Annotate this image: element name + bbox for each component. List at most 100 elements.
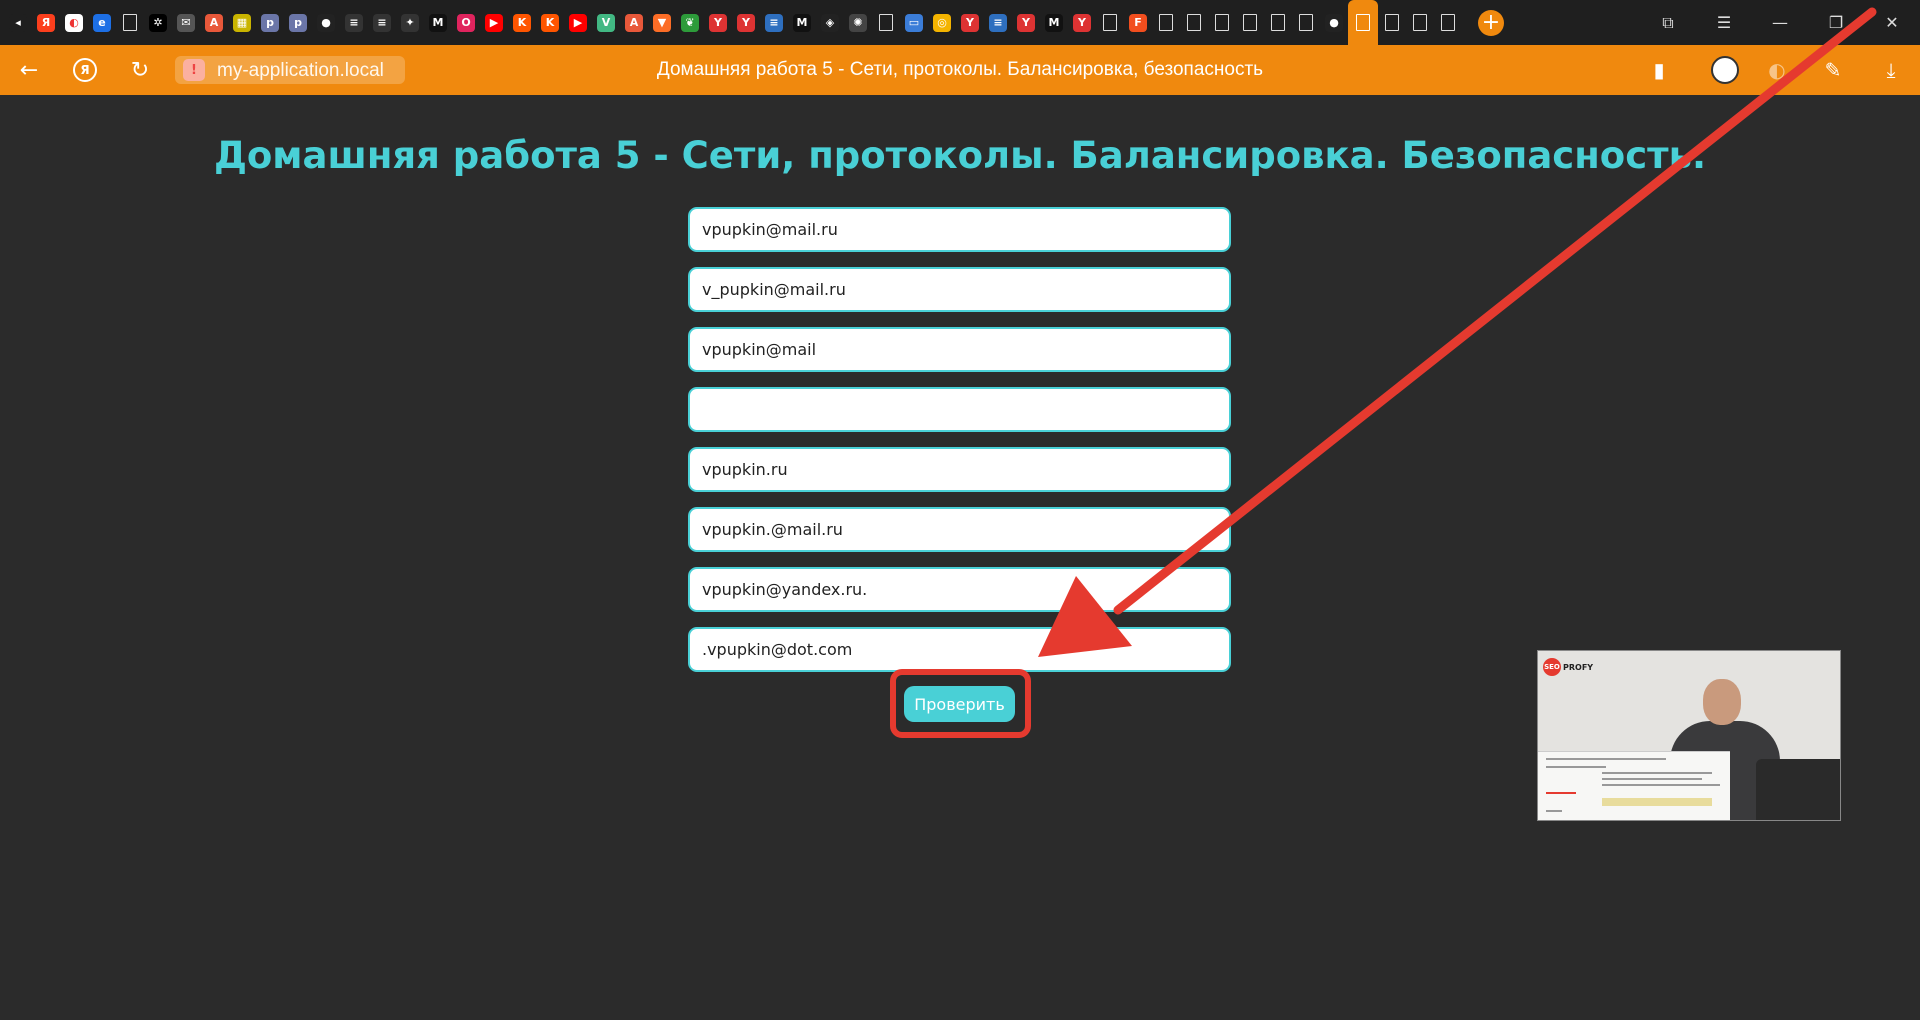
browser-tab[interactable]: ❦ (676, 0, 704, 45)
sync-icon[interactable]: ◐ (1762, 55, 1792, 85)
email-field-7[interactable] (688, 567, 1231, 612)
doc-icon (1187, 14, 1201, 31)
doc-icon (1215, 14, 1229, 31)
browser-tab[interactable] (1434, 0, 1462, 45)
vue-icon: V (597, 13, 615, 32)
browser-tab[interactable]: ▶ (480, 0, 508, 45)
email-field-3[interactable] (688, 327, 1231, 372)
php-icon: p (289, 13, 307, 32)
browser-tab[interactable]: M (1040, 0, 1068, 45)
restore-icon[interactable]: ❐ (1808, 0, 1864, 45)
browser-tab[interactable]: ▼ (648, 0, 676, 45)
browser-tab[interactable] (1264, 0, 1292, 45)
php-icon: p (261, 13, 279, 32)
extension-icon[interactable] (1710, 55, 1740, 85)
browser-tab[interactable]: ✲ (144, 0, 172, 45)
browser-tab[interactable]: F (1124, 0, 1152, 45)
new-tab-button[interactable]: + (1478, 9, 1504, 36)
browser-tab[interactable]: Y (1068, 0, 1096, 45)
stackoverflow-icon: ≡ (373, 13, 391, 32)
browser-tab[interactable]: O (452, 0, 480, 45)
browser-tab[interactable]: ▭ (900, 0, 928, 45)
browser-tab[interactable]: ≡ (984, 0, 1012, 45)
doc-icon (123, 14, 137, 31)
settings-icon: ✺ (849, 13, 867, 32)
browser-tab[interactable]: ≡ (760, 0, 788, 45)
speaker-icon: ◂ (9, 13, 27, 32)
browser-tab[interactable]: Y (704, 0, 732, 45)
kinopoisk-icon: K (541, 13, 559, 32)
browser-tab[interactable]: ● (1320, 0, 1348, 45)
email-field-6[interactable] (688, 507, 1231, 552)
email-field-8[interactable] (688, 627, 1231, 672)
close-icon[interactable]: ✕ (1864, 0, 1920, 45)
reader-icon[interactable]: ✎ (1818, 55, 1848, 85)
browser-tab[interactable]: Я (32, 0, 60, 45)
browser-tab[interactable] (116, 0, 144, 45)
book-icon: ▭ (905, 13, 923, 32)
browser-tab[interactable] (872, 0, 900, 45)
email-field-4[interactable] (688, 387, 1231, 432)
browser-tab[interactable]: ✺ (844, 0, 872, 45)
chatgpt-icon: ✲ (149, 13, 167, 32)
browser-tab[interactable]: Y (1012, 0, 1040, 45)
browser-tab[interactable] (1096, 0, 1124, 45)
webcam-video-thumbnail: SEO PROFY (1537, 650, 1841, 821)
download-icon[interactable]: ⤓ (1876, 55, 1906, 85)
email-field-2[interactable] (688, 267, 1231, 312)
tab-list: ◂ Я ◐ e ✲ ✉ A ▦ p p ● ≡ ≡ ✦ M O ▶ K K ▶ V A ▼ ❦ Y Y ≡ M ◈ ✺ ▭ ◎ Y ≡ Y M Y F ● (0, 0, 1462, 45)
doc-icon (1441, 14, 1455, 31)
email-field-1[interactable] (688, 207, 1231, 252)
browser-tab[interactable]: ≡ (368, 0, 396, 45)
tree-icon: Y (737, 13, 755, 32)
browser-tab[interactable]: ▦ (228, 0, 256, 45)
page-heading: Домашняя работа 5 - Сети, протоколы. Бал… (213, 134, 1707, 177)
browser-tab[interactable]: M (788, 0, 816, 45)
email-field-5[interactable] (688, 447, 1231, 492)
browser-tab[interactable] (1348, 0, 1378, 45)
doc-icon (1243, 14, 1257, 31)
browser-tab[interactable] (1180, 0, 1208, 45)
browser-tab[interactable]: p (284, 0, 312, 45)
browser-tab[interactable]: K (536, 0, 564, 45)
browser-tab[interactable]: e (88, 0, 116, 45)
browser-tab[interactable]: ● (312, 0, 340, 45)
seo-profy-logo: SEO PROFY (1543, 658, 1593, 676)
browser-tab[interactable] (1152, 0, 1180, 45)
m-icon: M (429, 13, 447, 32)
tree-icon: Y (1073, 13, 1091, 32)
opera-icon: O (457, 13, 475, 32)
doc-icon (1385, 14, 1399, 31)
tabs-overview-icon[interactable]: ⧉ (1640, 0, 1696, 45)
browser-tab[interactable] (1208, 0, 1236, 45)
browser-tab[interactable]: ▶ (564, 0, 592, 45)
browser-tab[interactable]: Y (956, 0, 984, 45)
browser-tab[interactable] (1292, 0, 1320, 45)
browser-tab[interactable]: K (508, 0, 536, 45)
browser-tab[interactable] (1378, 0, 1406, 45)
browser-tab[interactable]: p (256, 0, 284, 45)
address-bar: ← Я ↻ ! my-application.local Домашняя ра… (0, 45, 1920, 95)
check-button[interactable]: Проверить (904, 686, 1015, 722)
browser-tab[interactable]: A (620, 0, 648, 45)
browser-tab[interactable]: ✦ (396, 0, 424, 45)
bookmark-icon[interactable]: ▮ (1644, 55, 1674, 85)
doc-icon (1271, 14, 1285, 31)
browser-tab[interactable]: V (592, 0, 620, 45)
browser-tab[interactable]: M (424, 0, 452, 45)
browser-tab[interactable]: ✉ (172, 0, 200, 45)
browser-tab[interactable]: ≡ (340, 0, 368, 45)
browser-tab[interactable]: ◐ (60, 0, 88, 45)
github-icon: ● (1325, 13, 1343, 32)
minimize-icon[interactable]: — (1752, 0, 1808, 45)
translate-icon: A (625, 13, 643, 32)
menu-icon[interactable]: ☰ (1696, 0, 1752, 45)
browser-tab[interactable] (1406, 0, 1434, 45)
browser-tab[interactable] (1236, 0, 1264, 45)
browser-tab[interactable]: Y (732, 0, 760, 45)
browser-tab[interactable]: ◈ (816, 0, 844, 45)
browser-tab[interactable]: A (200, 0, 228, 45)
browser-tab[interactable]: ◎ (928, 0, 956, 45)
gitlab-icon: ▼ (653, 13, 671, 32)
browser-tab[interactable]: ◂ (4, 0, 32, 45)
